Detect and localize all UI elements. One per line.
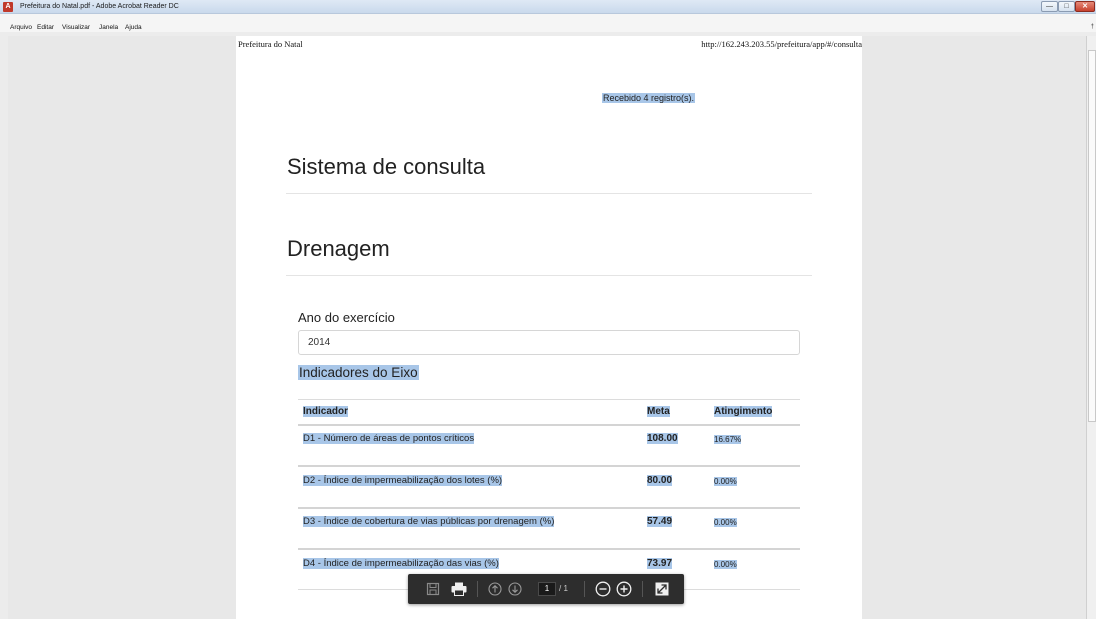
indicador-cell: D2 - Índice de impermeabilização dos lot…: [303, 475, 503, 486]
print-icon[interactable]: [450, 580, 468, 598]
column-header-indicador: Indicador: [303, 406, 349, 417]
divider: [286, 275, 812, 276]
maximize-button[interactable]: □: [1058, 1, 1075, 12]
vertical-scrollbar[interactable]: [1086, 36, 1096, 619]
page-up-icon[interactable]: [486, 580, 504, 598]
menu-ajuda[interactable]: Ajuda: [125, 24, 142, 32]
table-rule: [298, 548, 800, 550]
page-total-label: / 1: [559, 584, 568, 593]
acrobat-window: A Prefeitura do Natal.pdf - Adobe Acroba…: [0, 0, 1096, 619]
atingimento-cell: 16.67%: [714, 435, 742, 444]
atingimento-cell: 0.00%: [714, 560, 737, 569]
table-rule: [298, 507, 800, 509]
table-header-rule: [298, 424, 800, 426]
close-button[interactable]: ✕: [1075, 1, 1095, 12]
indicador-cell: D3 - Índice de cobertura de vias pública…: [303, 516, 555, 527]
menu-overflow-indicator: †: [1090, 24, 1094, 30]
fit-page-icon[interactable]: [653, 580, 671, 598]
save-icon[interactable]: [424, 580, 442, 598]
column-header-meta: Meta: [647, 406, 670, 417]
indicador-cell: D1 - Número de áreas de pontos críticos: [303, 433, 475, 444]
zoom-out-icon[interactable]: [594, 580, 612, 598]
meta-cell: 57.49: [647, 516, 673, 527]
ano-exercicio-label: Ano do exercício: [298, 310, 395, 325]
title-bar: A Prefeitura do Natal.pdf - Adobe Acroba…: [0, 0, 1096, 14]
page-title: Sistema de consulta: [287, 154, 486, 179]
toolbar-separator: [642, 581, 643, 597]
atingimento-cell: 0.00%: [714, 518, 737, 527]
minimize-button[interactable]: —: [1041, 1, 1058, 12]
menu-visualizar[interactable]: Visualizar: [62, 24, 90, 32]
column-header-atingimento: Atingimento: [714, 406, 773, 417]
menu-arquivo[interactable]: Arquivo: [10, 24, 32, 32]
page-down-icon[interactable]: [506, 580, 524, 598]
toolbar-separator: [477, 581, 478, 597]
menu-editar[interactable]: Editar: [37, 24, 54, 32]
page-number-input[interactable]: 1: [538, 582, 556, 596]
zoom-in-icon[interactable]: [615, 580, 633, 598]
section-title: Drenagem: [287, 236, 390, 261]
acrobat-app-icon: A: [3, 2, 13, 12]
received-records-notice: Recebido 4 registro(s).: [602, 93, 696, 103]
scrollbar-thumb[interactable]: [1088, 50, 1096, 422]
pdf-page: Prefeitura do Natal http://162.243.203.5…: [236, 36, 862, 619]
document-viewport[interactable]: Prefeitura do Natal http://162.243.203.5…: [8, 36, 1092, 619]
page-header-title: Prefeitura do Natal: [238, 39, 303, 49]
menu-janela[interactable]: Janela: [99, 24, 118, 32]
indicadores-heading: Indicadores do Eixo: [298, 365, 419, 380]
meta-cell: 73.97: [647, 558, 673, 569]
floating-page-toolbar: 1 / 1: [408, 574, 684, 604]
toolbar-separator: [584, 581, 585, 597]
table-rule: [298, 465, 800, 467]
divider: [286, 193, 812, 194]
atingimento-cell: 0.00%: [714, 477, 737, 486]
table-rule: [298, 399, 800, 400]
indicador-cell: D4 - Índice de impermeabilização das via…: [303, 558, 499, 569]
ano-exercicio-field: 2014: [298, 330, 800, 355]
page-header-url: http://162.243.203.55/prefeitura/app/#/c…: [701, 39, 862, 49]
meta-cell: 80.00: [647, 475, 673, 486]
window-title: Prefeitura do Natal.pdf - Adobe Acrobat …: [20, 3, 179, 10]
meta-cell: 108.00: [647, 433, 678, 444]
menu-bar: Arquivo Editar Visualizar Janela Ajuda †: [0, 14, 1096, 32]
